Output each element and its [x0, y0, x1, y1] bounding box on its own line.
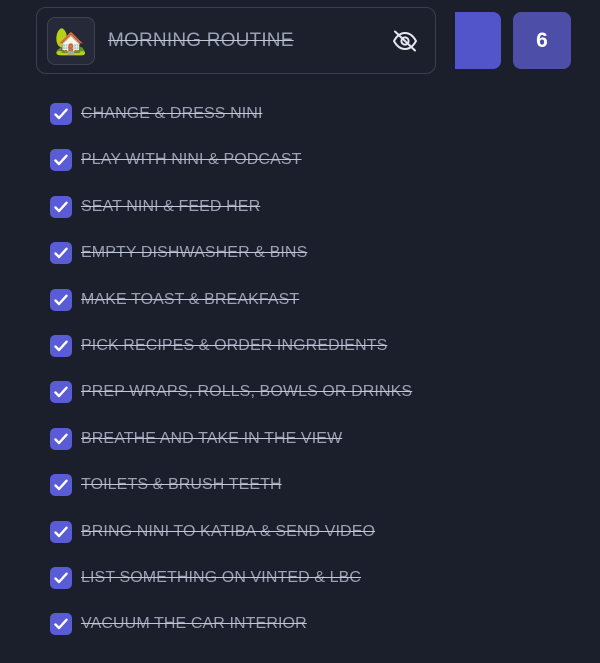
task-label: EMPTY DISHWASHER & BINS — [81, 244, 308, 262]
task-checkbox[interactable] — [50, 520, 72, 543]
task-item[interactable]: BRING NINI TO KATIBA & SEND VIDEO — [50, 520, 570, 567]
task-item[interactable]: SEAT NINI & FEED HER — [50, 195, 570, 242]
task-checkbox[interactable] — [50, 566, 72, 589]
routine-page: 🏡 MORNING ROUTINE 6 CHANGE & DRESS NINI P… — [0, 0, 600, 663]
checkmark-icon — [54, 479, 68, 491]
task-label: VACUUM THE CAR INTERIOR — [81, 615, 307, 633]
task-label: SEAT NINI & FEED HER — [81, 197, 261, 215]
task-label: MAKE TOAST & BREAKFAST — [81, 290, 300, 308]
task-checkbox[interactable] — [50, 427, 72, 450]
task-label: BRING NINI TO KATIBA & SEND VIDEO — [81, 522, 376, 540]
task-item[interactable]: CHANGE & DRESS NINI — [50, 103, 570, 149]
checkmark-icon — [54, 572, 68, 584]
task-label: PREP WRAPS, ROLLS, BOWLS OR DRINKS — [81, 383, 413, 401]
task-count-button[interactable]: 6 — [513, 12, 571, 69]
task-checkbox[interactable] — [50, 288, 72, 311]
task-item[interactable]: TOILETS & BRUSH TEETH — [50, 474, 570, 520]
task-label: BREATHE AND TAKE IN THE VIEW — [81, 429, 343, 447]
task-checkbox[interactable] — [50, 381, 72, 404]
checkmark-icon — [54, 247, 68, 259]
task-checkbox[interactable] — [50, 334, 72, 357]
task-item[interactable]: PLAY WITH NINI & PODCAST — [50, 149, 570, 195]
routine-header-card: 🏡 MORNING ROUTINE — [36, 7, 436, 74]
checkmark-icon — [54, 108, 68, 120]
task-checkbox[interactable] — [50, 613, 72, 636]
routine-emoji-button[interactable]: 🏡 — [47, 17, 95, 65]
task-checkbox[interactable] — [50, 474, 72, 497]
routine-title[interactable]: MORNING ROUTINE — [108, 30, 294, 52]
task-list: CHANGE & DRESS NINI PLAY WITH NINI & PODC… — [50, 103, 570, 660]
checkmark-icon — [54, 386, 68, 398]
eye-off-icon — [393, 30, 417, 52]
task-checkbox[interactable] — [50, 195, 72, 218]
task-item[interactable]: LIST SOMETHING ON VINTED & LBC — [50, 566, 570, 613]
task-item[interactable]: EMPTY DISHWASHER & BINS — [50, 242, 570, 288]
task-checkbox[interactable] — [50, 149, 72, 172]
task-checkbox[interactable] — [50, 242, 72, 265]
checkmark-icon — [54, 526, 68, 537]
task-item[interactable]: PREP WRAPS, ROLLS, BOWLS OR DRINKS — [50, 381, 570, 427]
checkmark-icon — [54, 340, 68, 352]
checkmark-icon — [54, 294, 68, 305]
task-label: PLAY WITH NINI & PODCAST — [81, 151, 302, 169]
task-label: LIST SOMETHING ON VINTED & LBC — [81, 568, 362, 586]
task-item[interactable]: PICK RECIPES & ORDER INGREDIENTS — [50, 334, 570, 381]
task-item[interactable]: MAKE TOAST & BREAKFAST — [50, 288, 570, 335]
task-checkbox[interactable] — [50, 103, 72, 125]
task-label: TOILETS & BRUSH TEETH — [81, 476, 282, 494]
task-label: CHANGE & DRESS NINI — [81, 105, 263, 122]
house-emoji-icon: 🏡 — [54, 26, 88, 56]
task-label: PICK RECIPES & ORDER INGREDIENTS — [81, 336, 388, 354]
checkmark-icon — [54, 433, 68, 444]
color-picker-button[interactable] — [455, 12, 501, 69]
checkmark-icon — [54, 154, 68, 166]
checkmark-icon — [54, 618, 68, 630]
task-item[interactable]: BREATHE AND TAKE IN THE VIEW — [50, 427, 570, 474]
checkmark-icon — [54, 201, 68, 212]
toggle-visibility-button[interactable] — [391, 28, 419, 54]
task-item[interactable]: VACUUM THE CAR INTERIOR — [50, 613, 570, 659]
